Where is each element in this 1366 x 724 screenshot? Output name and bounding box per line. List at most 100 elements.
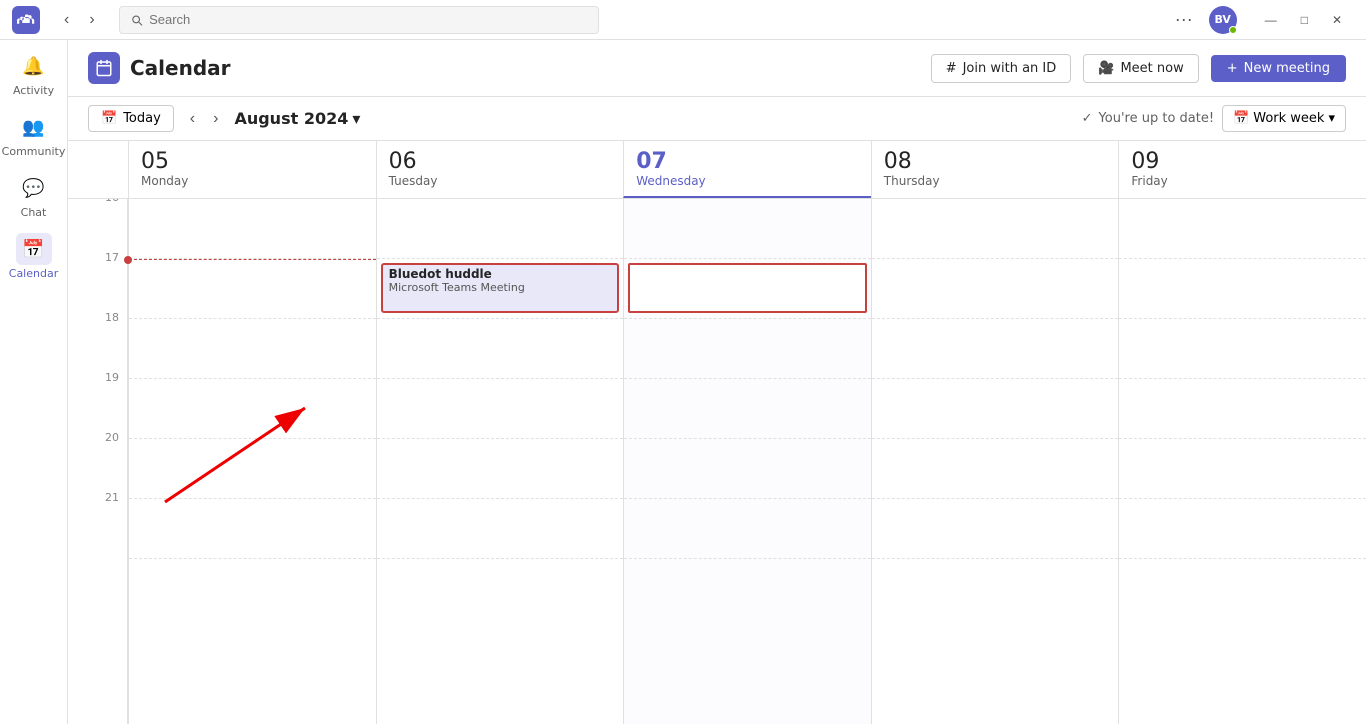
sidebar-item-calendar[interactable]: 📅 Calendar	[6, 227, 62, 286]
up-to-date-label: ✓ You're up to date!	[1082, 111, 1214, 126]
nav-arrows: ‹ ›	[182, 106, 227, 132]
month-label[interactable]: August 2024 ▾	[234, 109, 360, 128]
hour-17-mon	[129, 259, 376, 319]
window-controls: — □ ✕	[1253, 9, 1354, 31]
sidebar-item-activity-label: Activity	[13, 84, 54, 97]
day-number-wed: 07	[636, 149, 859, 174]
time-slot-21: 21	[68, 499, 127, 559]
time-slot-16: 16	[68, 199, 127, 259]
hash-icon: #	[946, 61, 957, 76]
nav-forward-button[interactable]: ›	[81, 7, 102, 33]
day-number-thu: 08	[884, 149, 1107, 174]
day-col-thu[interactable]	[871, 199, 1119, 724]
next-month-button[interactable]: ›	[205, 106, 226, 132]
day-name-mon: Monday	[141, 174, 364, 188]
minimize-button[interactable]: —	[1253, 9, 1289, 31]
maximize-button[interactable]: □	[1289, 9, 1320, 31]
time-col-header	[68, 141, 128, 198]
day-number-mon: 05	[141, 149, 364, 174]
page-title: Calendar	[130, 56, 231, 80]
time-column: 16 17 18 19 20 21	[68, 199, 128, 724]
event-empty-placeholder[interactable]	[628, 263, 867, 313]
search-icon	[130, 13, 143, 27]
day-number-fri: 09	[1131, 149, 1354, 174]
more-options-button[interactable]: ···	[1167, 5, 1201, 34]
hour-20-fri	[1119, 439, 1366, 499]
community-icon: 👥	[22, 117, 44, 138]
day-header-wed: 07 Wednesday	[623, 141, 871, 198]
hour-16-wed	[624, 199, 871, 259]
day-col-fri[interactable]	[1118, 199, 1366, 724]
workweek-icon: 📅	[1233, 111, 1249, 126]
time-slot-18: 18	[68, 319, 127, 379]
join-with-id-button[interactable]: # Join with an ID	[931, 54, 1072, 83]
day-col-mon[interactable]	[128, 199, 376, 724]
search-bar[interactable]	[119, 6, 599, 34]
workweek-button[interactable]: 📅 Work week ▾	[1222, 105, 1346, 132]
hour-20-mon	[129, 439, 376, 499]
hour-21-fri	[1119, 499, 1366, 559]
hour-20-thu	[872, 439, 1119, 499]
day-number-tue: 06	[389, 149, 612, 174]
hour-16-fri	[1119, 199, 1366, 259]
day-header-thu: 08 Thursday	[871, 141, 1119, 198]
hour-19-mon	[129, 379, 376, 439]
time-slot-20: 20	[68, 439, 127, 499]
avatar[interactable]: BV	[1209, 6, 1237, 34]
video-icon: 🎥	[1098, 61, 1114, 76]
day-name-wed: Wednesday	[636, 174, 859, 188]
hour-21-tue	[377, 499, 624, 559]
event-bluedot-huddle[interactable]: Bluedot huddle Microsoft Teams Meeting	[381, 263, 620, 313]
day-name-thu: Thursday	[884, 174, 1107, 188]
sidebar-item-activity[interactable]: 🔔 Activity	[6, 44, 62, 103]
workweek-chevron-icon: ▾	[1328, 111, 1335, 126]
hour-18-mon	[129, 319, 376, 379]
chat-icon: 💬	[22, 178, 44, 199]
current-time-line	[129, 259, 376, 260]
nav-back-button[interactable]: ‹	[56, 7, 77, 33]
sidebar: 🔔 Activity 👥 Community 💬 Chat 📅 Calendar	[0, 40, 68, 724]
content-area: Calendar # Join with an ID 🎥 Meet now + …	[68, 40, 1366, 724]
calendar-nav: 📅 Today ‹ › August 2024 ▾ ✓ You're up to…	[68, 97, 1366, 141]
day-headers: 05 Monday 06 Tuesday 07 Wednesday 08 Thu…	[68, 141, 1366, 199]
main-layout: 🔔 Activity 👥 Community 💬 Chat 📅 Calendar	[0, 40, 1366, 724]
sidebar-item-chat[interactable]: 💬 Chat	[6, 166, 62, 225]
hour-19-wed	[624, 379, 871, 439]
hour-20-wed	[624, 439, 871, 499]
day-name-fri: Friday	[1131, 174, 1354, 188]
teams-app-icon	[12, 6, 40, 34]
new-meeting-button[interactable]: + New meeting	[1211, 55, 1346, 82]
meet-now-button[interactable]: 🎥 Meet now	[1083, 54, 1198, 83]
search-input[interactable]	[149, 12, 588, 27]
day-name-tue: Tuesday	[389, 174, 612, 188]
hour-18-fri	[1119, 319, 1366, 379]
day-header-tue: 06 Tuesday	[376, 141, 624, 198]
close-button[interactable]: ✕	[1320, 9, 1354, 31]
hour-18-wed	[624, 319, 871, 379]
calendar-header-icon	[88, 52, 120, 84]
calendar-grid: 05 Monday 06 Tuesday 07 Wednesday 08 Thu…	[68, 141, 1366, 724]
hour-18-tue	[377, 319, 624, 379]
calendar-small-icon: 📅	[101, 111, 117, 126]
day-col-wed[interactable]	[623, 199, 871, 724]
calendar-icon: 📅	[22, 239, 44, 260]
sidebar-item-community-label: Community	[2, 145, 66, 158]
plus-icon: +	[1227, 61, 1238, 76]
hour-16-mon	[129, 199, 376, 259]
titlebar-nav: ‹ ›	[56, 7, 103, 33]
day-header-mon: 05 Monday	[128, 141, 376, 198]
hour-19-thu	[872, 379, 1119, 439]
prev-month-button[interactable]: ‹	[182, 106, 203, 132]
sidebar-item-community[interactable]: 👥 Community	[6, 105, 62, 164]
chevron-down-icon: ▾	[352, 109, 360, 128]
day-col-tue[interactable]: Bluedot huddle Microsoft Teams Meeting	[376, 199, 624, 724]
hour-16-thu	[872, 199, 1119, 259]
calendar-header: Calendar # Join with an ID 🎥 Meet now + …	[68, 40, 1366, 97]
hour-19-fri	[1119, 379, 1366, 439]
hour-18-thu	[872, 319, 1119, 379]
check-icon: ✓	[1082, 111, 1093, 126]
today-button[interactable]: 📅 Today	[88, 105, 174, 132]
hour-17-thu	[872, 259, 1119, 319]
sidebar-item-calendar-label: Calendar	[9, 267, 58, 280]
hour-19-tue	[377, 379, 624, 439]
